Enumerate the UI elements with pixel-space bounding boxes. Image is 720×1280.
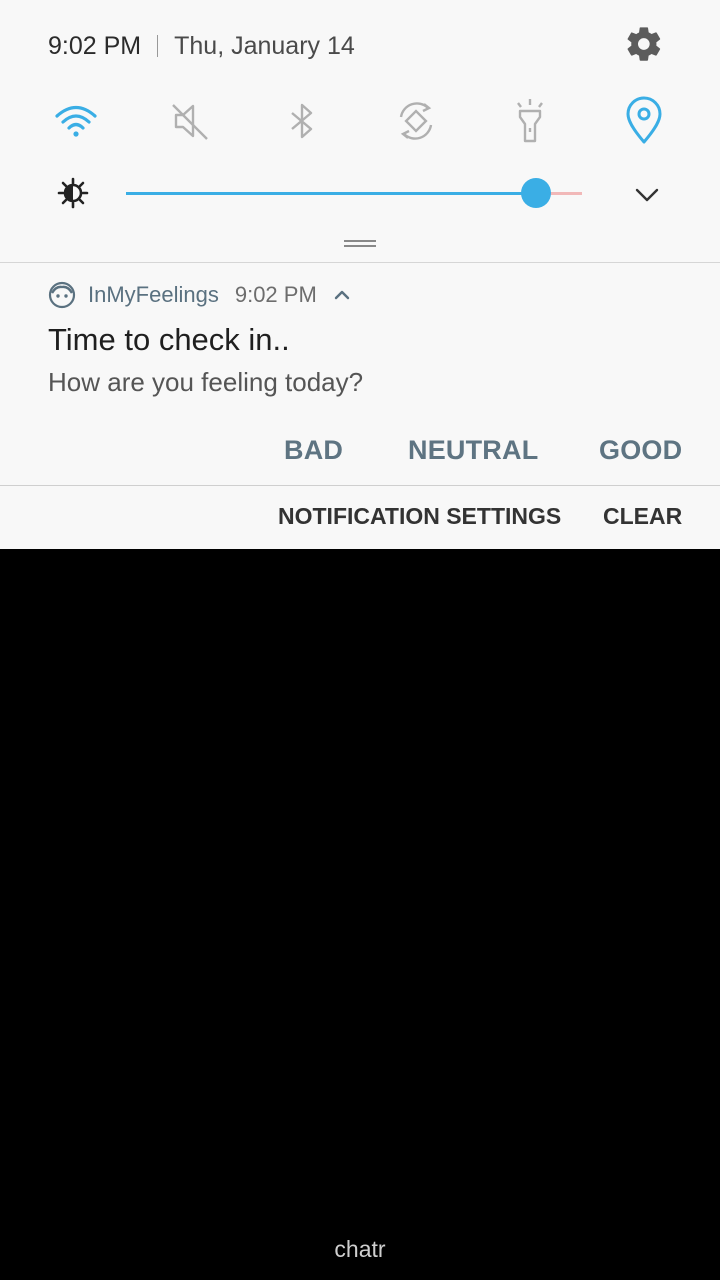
status-header: 9:02 PM Thu, January 14: [48, 28, 355, 64]
divider: [0, 485, 720, 486]
drag-handle[interactable]: [344, 240, 376, 248]
sound-toggle[interactable]: [166, 96, 216, 146]
notification-body: How are you feeling today?: [48, 367, 364, 397]
carrier-label: chatr: [334, 1236, 386, 1262]
location-toggle[interactable]: [619, 96, 669, 146]
mute-icon: [172, 104, 208, 140]
notification-header[interactable]: InMyFeelings 9:02 PM: [48, 280, 353, 310]
clock: 9:02 PM: [48, 31, 142, 60]
settings-gear-icon[interactable]: [624, 24, 664, 64]
notification-title: Time to check in..: [48, 322, 290, 357]
action-bad-button[interactable]: BAD: [284, 435, 343, 466]
auto-rotate-toggle[interactable]: [391, 96, 441, 146]
location-icon: [626, 96, 662, 144]
notification-app-name: InMyFeelings: [88, 282, 219, 307]
date: Thu, January 14: [174, 31, 355, 60]
notification-time: 9:02 PM: [234, 282, 317, 307]
bluetooth-toggle[interactable]: [277, 96, 327, 146]
chevron-up-icon[interactable]: [331, 284, 353, 306]
wifi-toggle[interactable]: [51, 96, 101, 146]
auto-rotate-icon: [399, 102, 433, 140]
notification-shade: 9:02 PM Thu, January 14 InMyFeelings 9:0…: [0, 0, 720, 549]
brightness-slider[interactable]: [126, 178, 582, 208]
bluetooth-icon: [291, 103, 313, 139]
chevron-down-icon[interactable]: [632, 180, 662, 210]
divider: [0, 262, 720, 263]
app-face-icon: [48, 281, 76, 309]
separator: [157, 35, 159, 57]
brightness-icon: [57, 177, 89, 209]
action-good-button[interactable]: GOOD: [599, 435, 682, 466]
action-neutral-button[interactable]: NEUTRAL: [408, 435, 538, 466]
clear-button[interactable]: CLEAR: [603, 503, 682, 530]
brightness-slider-fill: [126, 192, 537, 195]
flashlight-toggle[interactable]: [505, 96, 555, 146]
notification-settings-button[interactable]: NOTIFICATION SETTINGS: [278, 503, 561, 530]
wifi-icon: [55, 105, 97, 137]
flashlight-icon: [517, 99, 543, 143]
brightness-slider-knob[interactable]: [521, 178, 552, 208]
